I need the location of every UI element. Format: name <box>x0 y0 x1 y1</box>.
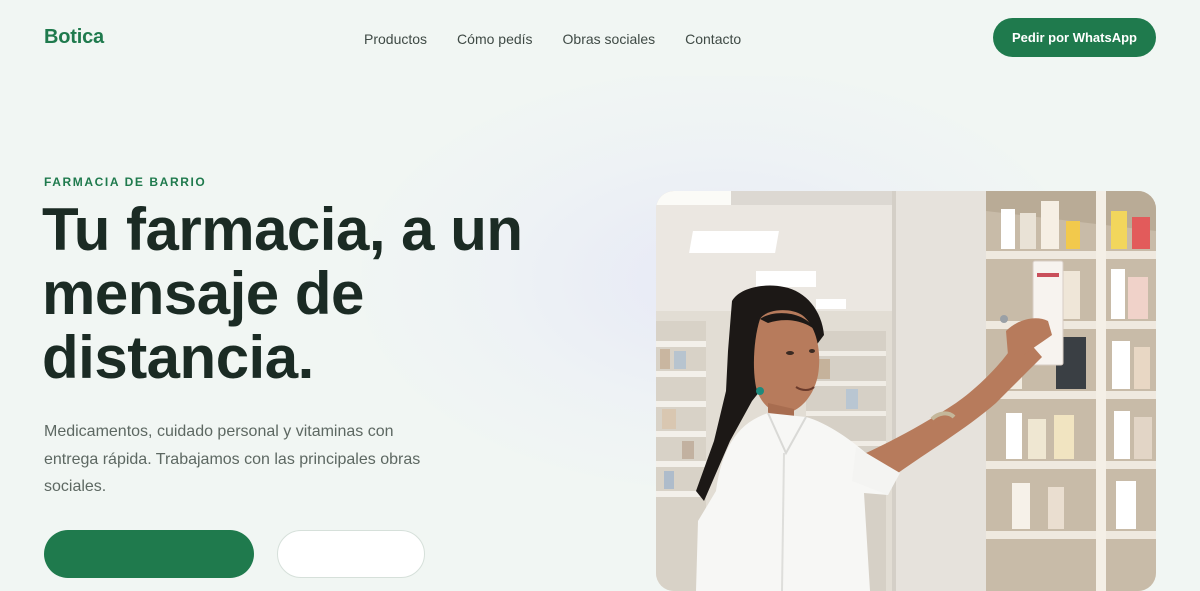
hero-title-line-1: Tu farmacia, a un <box>42 196 523 263</box>
site-header: Botica Productos Cómo pedís Obras social… <box>0 0 1200 76</box>
brand-logo[interactable]: Botica <box>44 26 104 49</box>
hero-title: Tu farmacia, a un mensaje de distancia. <box>42 198 562 390</box>
primary-cta-button[interactable] <box>44 530 254 578</box>
nav-link-productos[interactable]: Productos <box>364 31 427 47</box>
hero-subtitle: Medicamentos, cuidado personal y vitamin… <box>44 423 421 495</box>
main-nav: Productos Cómo pedís Obras sociales Cont… <box>364 31 741 47</box>
nav-link-como-pedis[interactable]: Cómo pedís <box>457 31 532 47</box>
nav-link-obras-sociales[interactable]: Obras sociales <box>563 31 656 47</box>
whatsapp-order-button[interactable]: Pedir por WhatsApp <box>993 18 1156 57</box>
pharmacist-photo <box>656 191 1156 591</box>
hero-title-line-2: mensaje de <box>42 260 364 327</box>
hero-eyebrow: FARMACIA DE BARRIO <box>44 175 207 189</box>
secondary-cta-button[interactable] <box>277 530 425 578</box>
hero-title-line-3: distancia. <box>42 324 314 391</box>
nav-link-contacto[interactable]: Contacto <box>685 31 741 47</box>
